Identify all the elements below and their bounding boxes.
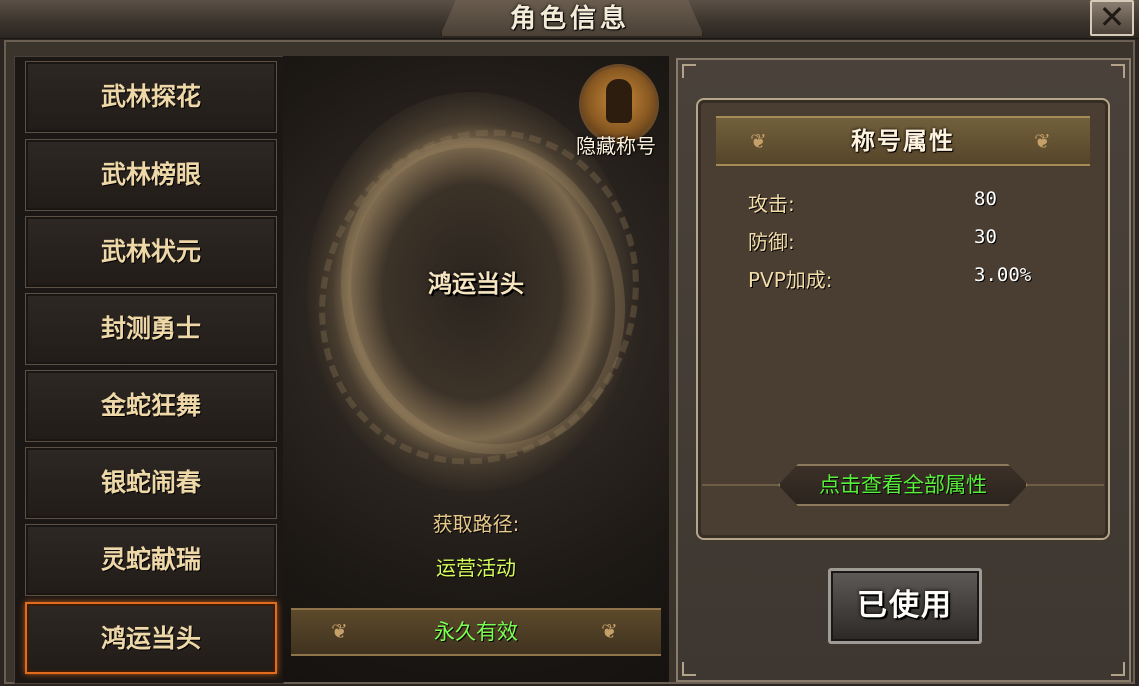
corner-ornament [682,64,696,78]
attribute-row: 防御: 30 [748,226,1068,256]
ornament-right-icon: ❦ [601,619,618,643]
corner-ornament [682,662,696,676]
title-list-item[interactable]: 封测勇士 [25,293,277,365]
attribute-panel: ❦ 称号属性 ❦ 攻击: 80 防御: 30 PVP加成: 3.00% 点击查看… [696,98,1110,540]
title-list-item[interactable]: 武林状元 [25,216,277,288]
attribute-name: 攻击: [748,192,795,216]
used-button-label: 已使用 [857,588,953,623]
attribute-row: 攻击: 80 [748,188,1068,218]
attribute-row: PVP加成: 3.00% [748,264,1068,294]
close-icon: ✕ [1098,0,1126,36]
source-value: 运营活动 [436,556,516,580]
title-list-item[interactable]: 武林榜眼 [25,139,277,211]
attribute-value: 3.00% [974,264,1032,286]
corner-ornament [1111,64,1125,78]
preview-title-name: 鸿运当头 [428,270,524,298]
attribute-value: 80 [974,188,997,210]
hidden-title-label[interactable]: 隐藏称号 [563,130,669,159]
title-preview: 鸿运当头 隐藏称号 获取路径: 运营活动 ❦ 永久有效 ❦ [283,56,669,682]
corner-ornament [1111,662,1125,676]
window-title: 角色信息 [509,4,630,34]
title-list: 武林探花 武林榜眼 武林状元 封测勇士 金蛇狂舞 银蛇闹春 灵蛇献瑞 鸿运当头 [14,56,284,684]
view-all-attributes-label[interactable]: 点击查看全部属性 [778,464,1028,506]
title-list-item[interactable]: 灵蛇献瑞 [25,524,277,596]
attribute-value: 30 [974,226,997,248]
title-list-item[interactable]: 金蛇狂舞 [25,370,277,442]
title-list-item-selected[interactable]: 鸿运当头 [25,602,277,674]
title-list-item[interactable]: 银蛇闹春 [25,447,277,519]
attribute-name: 防御: [748,230,795,254]
title-list-item[interactable]: 武林探花 [25,61,277,133]
attribute-section: ❦ 称号属性 ❦ 攻击: 80 防御: 30 PVP加成: 3.00% 点击查看… [676,58,1131,682]
close-button[interactable]: ✕ [1090,0,1134,36]
attribute-header: ❦ 称号属性 ❦ [716,116,1090,166]
source-label: 获取路径: [432,512,520,536]
validity-bar: ❦ 永久有效 ❦ [291,608,661,656]
attribute-name: PVP加成: [748,268,833,292]
ornament-right-icon: ❦ [1034,129,1051,153]
used-button[interactable]: 已使用 [828,568,982,644]
